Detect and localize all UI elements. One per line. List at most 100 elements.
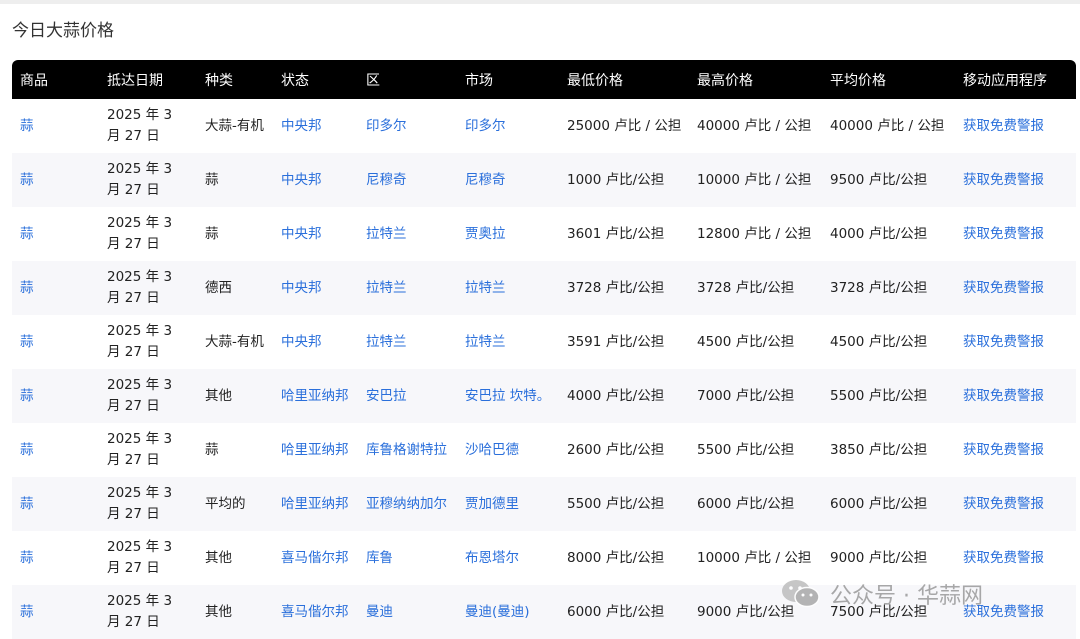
top-divider [0, 0, 1080, 4]
variety: 其他 [205, 387, 232, 404]
avg-price: 4000 卢比/公担 [830, 225, 928, 242]
table-row: 蒜 2025 年 3 月 27 日 大蒜-有机 中央邦 拉特兰 拉特兰 3591… [12, 315, 1076, 369]
commodity-link[interactable]: 蒜 [12, 207, 99, 261]
avg-price: 3728 卢比/公担 [830, 279, 928, 296]
arrival-date: 2025 年 3 月 27 日 [107, 161, 173, 198]
district-link[interactable]: 拉特兰 [358, 315, 457, 369]
district-link[interactable]: 拉特兰 [358, 261, 457, 315]
table-row: 蒜 2025 年 3 月 27 日 大蒜-有机 中央邦 印多尔 印多尔 2500… [12, 99, 1076, 153]
max-price: 4500 卢比/公担 [697, 333, 795, 350]
variety: 蒜 [205, 171, 219, 188]
district-link[interactable]: 印多尔 [358, 99, 457, 153]
arrival-date: 2025 年 3 月 27 日 [107, 539, 173, 576]
commodity-link[interactable]: 蒜 [12, 369, 99, 423]
state-link[interactable]: 哈里亚纳邦 [273, 423, 358, 477]
min-price: 1000 卢比/公担 [567, 171, 665, 188]
min-price: 2600 卢比/公担 [567, 441, 665, 458]
state-link[interactable]: 哈里亚纳邦 [273, 369, 358, 423]
table-row: 蒜 2025 年 3 月 27 日 其他 哈里亚纳邦 安巴拉 安巴拉 坎特。 4… [12, 369, 1076, 423]
table-row: 蒜 2025 年 3 月 27 日 平均的 哈里亚纳邦 亚穆纳纳加尔 贾加德里 … [12, 477, 1076, 531]
max-price: 7000 卢比/公担 [697, 387, 795, 404]
free-alert-link[interactable]: 获取免费警报 [955, 477, 1076, 531]
wechat-icon [780, 577, 822, 611]
max-price: 40000 卢比 / 公担 [697, 117, 812, 134]
free-alert-link[interactable]: 获取免费警报 [955, 99, 1076, 153]
commodity-link[interactable]: 蒜 [12, 153, 99, 207]
market-link[interactable]: 曼迪(曼迪) [457, 585, 559, 639]
district-link[interactable]: 尼穆奇 [358, 153, 457, 207]
commodity-link[interactable]: 蒜 [12, 423, 99, 477]
commodity-link[interactable]: 蒜 [12, 99, 99, 153]
state-link[interactable]: 喜马偕尔邦 [273, 585, 358, 639]
market-link[interactable]: 布恩塔尔 [457, 531, 559, 585]
market-link[interactable]: 贾奥拉 [457, 207, 559, 261]
min-price: 4000 卢比/公担 [567, 387, 665, 404]
free-alert-link[interactable]: 获取免费警报 [955, 207, 1076, 261]
header-max-price: 最高价格 [697, 72, 753, 89]
max-price: 6000 卢比/公担 [697, 495, 795, 512]
commodity-link[interactable]: 蒜 [12, 531, 99, 585]
district-link[interactable]: 库鲁格谢特拉 [358, 423, 457, 477]
market-link[interactable]: 尼穆奇 [457, 153, 559, 207]
header-commodity: 商品 [20, 72, 48, 89]
table-row: 蒜 2025 年 3 月 27 日 德西 中央邦 拉特兰 拉特兰 3728 卢比… [12, 261, 1076, 315]
min-price: 6000 卢比/公担 [567, 603, 665, 620]
district-link[interactable]: 亚穆纳纳加尔 [358, 477, 457, 531]
arrival-date: 2025 年 3 月 27 日 [107, 377, 173, 414]
table-header-row: 商品 抵达日期 种类 状态 区 市场 最低价格 最高价格 平均价格 移动应用程序 [12, 60, 1076, 99]
commodity-link[interactable]: 蒜 [12, 585, 99, 639]
district-link[interactable]: 拉特兰 [358, 207, 457, 261]
state-link[interactable]: 中央邦 [273, 153, 358, 207]
market-link[interactable]: 沙哈巴德 [457, 423, 559, 477]
market-link[interactable]: 拉特兰 [457, 315, 559, 369]
free-alert-link[interactable]: 获取免费警报 [955, 369, 1076, 423]
header-avg-price: 平均价格 [830, 72, 886, 89]
market-link[interactable]: 安巴拉 坎特。 [457, 369, 559, 423]
avg-price: 40000 卢比 / 公担 [830, 117, 945, 134]
price-table-container: 商品 抵达日期 种类 状态 区 市场 最低价格 最高价格 平均价格 移动应用程序… [12, 60, 1076, 639]
variety: 德西 [205, 279, 232, 296]
avg-price: 4500 卢比/公担 [830, 333, 928, 350]
district-link[interactable]: 安巴拉 [358, 369, 457, 423]
state-link[interactable]: 哈里亚纳邦 [273, 477, 358, 531]
table-row: 蒜 2025 年 3 月 27 日 蒜 哈里亚纳邦 库鲁格谢特拉 沙哈巴德 26… [12, 423, 1076, 477]
district-link[interactable]: 库鲁 [358, 531, 457, 585]
commodity-link[interactable]: 蒜 [12, 477, 99, 531]
max-price: 5500 卢比/公担 [697, 441, 795, 458]
state-link[interactable]: 中央邦 [273, 315, 358, 369]
max-price: 10000 卢比 / 公担 [697, 171, 812, 188]
min-price: 3591 卢比/公担 [567, 333, 665, 350]
min-price: 25000 卢比 / 公担 [567, 117, 682, 134]
header-market: 市场 [465, 72, 493, 89]
free-alert-link[interactable]: 获取免费警报 [955, 261, 1076, 315]
header-variety: 种类 [205, 72, 233, 89]
variety: 大蒜-有机 [205, 333, 264, 350]
state-link[interactable]: 中央邦 [273, 99, 358, 153]
free-alert-link[interactable]: 获取免费警报 [955, 315, 1076, 369]
state-link[interactable]: 喜马偕尔邦 [273, 531, 358, 585]
free-alert-link[interactable]: 获取免费警报 [955, 153, 1076, 207]
market-link[interactable]: 拉特兰 [457, 261, 559, 315]
state-link[interactable]: 中央邦 [273, 261, 358, 315]
avg-price: 9500 卢比/公担 [830, 171, 928, 188]
market-link[interactable]: 贾加德里 [457, 477, 559, 531]
arrival-date: 2025 年 3 月 27 日 [107, 431, 173, 468]
variety: 其他 [205, 603, 232, 620]
min-price: 5500 卢比/公担 [567, 495, 665, 512]
market-link[interactable]: 印多尔 [457, 99, 559, 153]
variety: 大蒜-有机 [205, 117, 264, 134]
table-row: 蒜 2025 年 3 月 27 日 蒜 中央邦 拉特兰 贾奥拉 3601 卢比/… [12, 207, 1076, 261]
variety: 蒜 [205, 441, 219, 458]
watermark: 公众号 · 华蒜网 [780, 576, 983, 612]
price-table: 商品 抵达日期 种类 状态 区 市场 最低价格 最高价格 平均价格 移动应用程序… [12, 60, 1076, 639]
variety: 其他 [205, 549, 232, 566]
district-link[interactable]: 曼迪 [358, 585, 457, 639]
arrival-date: 2025 年 3 月 27 日 [107, 215, 173, 252]
free-alert-link[interactable]: 获取免费警报 [955, 423, 1076, 477]
max-price: 12800 卢比 / 公担 [697, 225, 812, 242]
state-link[interactable]: 中央邦 [273, 207, 358, 261]
commodity-link[interactable]: 蒜 [12, 315, 99, 369]
commodity-link[interactable]: 蒜 [12, 261, 99, 315]
arrival-date: 2025 年 3 月 27 日 [107, 107, 173, 144]
table-row: 蒜 2025 年 3 月 27 日 蒜 中央邦 尼穆奇 尼穆奇 1000 卢比/… [12, 153, 1076, 207]
